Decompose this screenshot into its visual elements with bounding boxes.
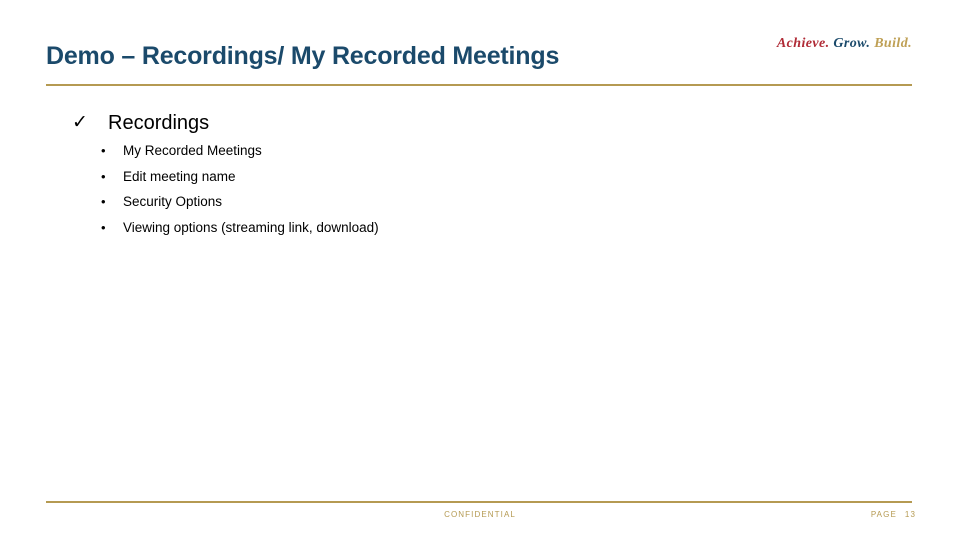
list-item-label: Edit meeting name (123, 168, 236, 184)
brand-word-achieve: Achieve. (776, 36, 830, 51)
checkmark-icon: ✓ (72, 112, 88, 133)
slide: Demo – Recordings/ My Recorded Meetings … (0, 0, 960, 540)
list-item: • Edit meeting name (0, 164, 960, 190)
page-number: PAGE 13 (871, 510, 916, 519)
sub-bullet-list: • My Recorded Meetings • Edit meeting na… (0, 138, 960, 240)
bullet-dot-icon: • (101, 168, 106, 184)
brand-word-build: Build. (874, 36, 912, 51)
confidentiality-notice: CONFIDENTIAL (444, 510, 516, 519)
header-divider (46, 84, 912, 86)
section-recordings: ✓ Recordings (0, 108, 960, 138)
list-item-label: Viewing options (streaming link, downloa… (123, 219, 379, 235)
brand-tagline: Achieve. Grow. Build. (777, 36, 912, 52)
page-number-value: 13 (904, 510, 916, 519)
list-item: • My Recorded Meetings (0, 138, 960, 164)
section-heading: Recordings (108, 112, 210, 134)
list-item-label: Security Options (123, 194, 223, 209)
page-title: Demo – Recordings/ My Recorded Meetings (46, 42, 560, 70)
bullet-dot-icon: • (101, 219, 106, 235)
brand-word-grow: Grow. (833, 36, 871, 51)
page-label: PAGE (870, 510, 897, 519)
list-item-label: My Recorded Meetings (123, 143, 262, 158)
slide-body: ✓ Recordings • My Recorded Meetings • Ed… (0, 108, 960, 240)
footer-divider (46, 501, 912, 503)
list-item: • Security Options (0, 189, 960, 215)
bullet-dot-icon: • (101, 194, 106, 209)
list-item: • Viewing options (streaming link, downl… (0, 215, 960, 241)
bullet-dot-icon: • (101, 143, 106, 158)
